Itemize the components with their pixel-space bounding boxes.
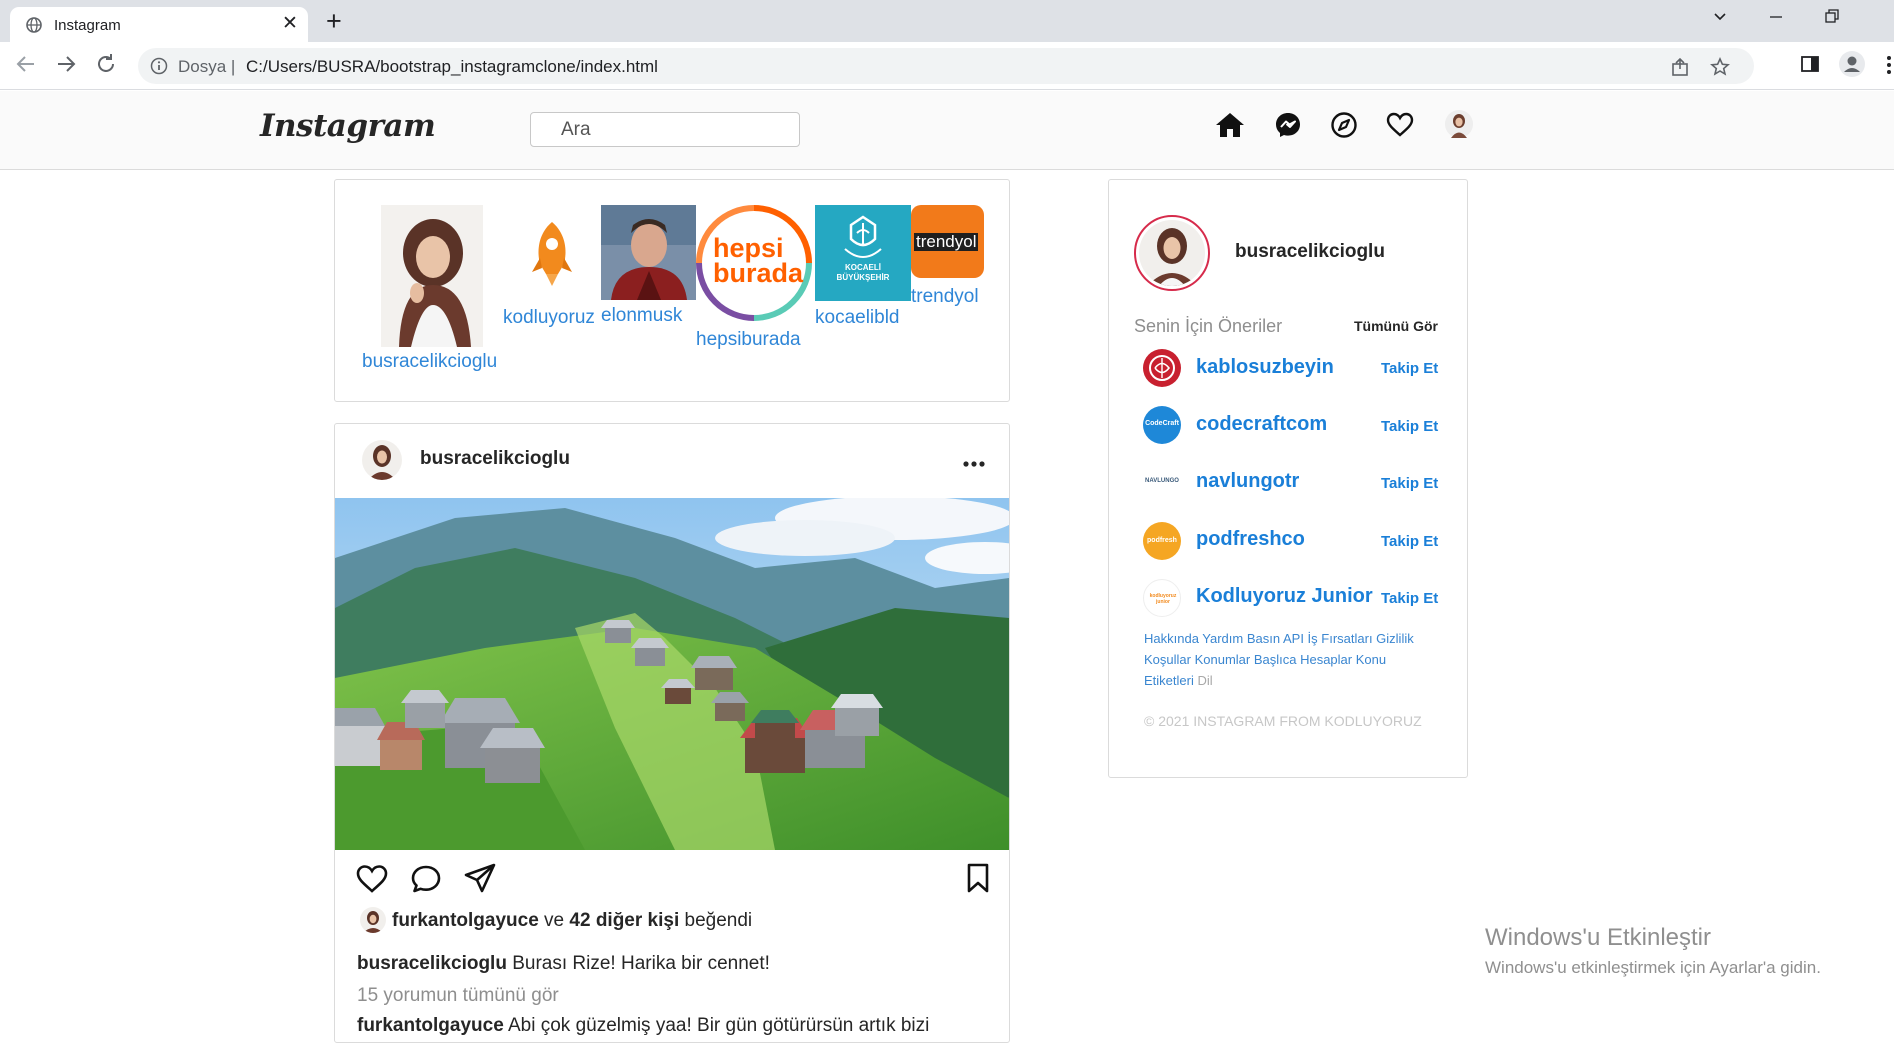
kocaeli-logo-text-1: KOCAELİ bbox=[845, 263, 881, 272]
suggestion-avatar-kodluyoruz-junior[interactable]: kodluyoruz junior bbox=[1143, 579, 1181, 617]
globe-icon bbox=[26, 17, 42, 38]
follow-button[interactable]: Takip Et bbox=[1381, 533, 1438, 550]
copyright-text: © 2021 INSTAGRAM FROM KODLUYORUZ bbox=[1144, 713, 1422, 729]
account-icon[interactable] bbox=[1838, 50, 1866, 83]
reload-icon[interactable] bbox=[94, 52, 118, 82]
browser-toolbar: Dosya | C:/Users/BUSRA/bootstrap_instagr… bbox=[0, 42, 1894, 90]
trendyol-logo-text: trendyol bbox=[914, 232, 979, 251]
more-options-icon[interactable] bbox=[962, 452, 986, 481]
watermark-subtitle: Windows'u etkinleştirmek için Ayarlar'a … bbox=[1485, 958, 1821, 977]
suggestion-avatar-kablosuzbeyin[interactable] bbox=[1143, 349, 1181, 387]
new-tab-button[interactable]: + bbox=[326, 6, 342, 36]
story-avatar-trendyol[interactable]: trendyol bbox=[911, 205, 984, 278]
sidebar-profile-username[interactable]: busracelikcioglu bbox=[1235, 241, 1385, 263]
share-send-icon[interactable] bbox=[464, 862, 496, 899]
comment-icon[interactable] bbox=[410, 864, 442, 899]
info-icon[interactable] bbox=[150, 57, 168, 80]
story-label[interactable]: elonmusk bbox=[601, 305, 682, 327]
minimize-icon[interactable] bbox=[1768, 8, 1784, 29]
story-label[interactable]: busracelikcioglu bbox=[362, 351, 497, 373]
suggestion-username[interactable]: navlungotr bbox=[1196, 470, 1299, 493]
search-input[interactable]: Ara bbox=[530, 112, 800, 147]
likes-others-link[interactable]: 42 diğer kişi bbox=[569, 910, 679, 931]
instagram-header: Instagram Ara bbox=[0, 91, 1894, 170]
footer-language[interactable]: Dil bbox=[1197, 673, 1212, 688]
suggestion-username[interactable]: kablosuzbeyin bbox=[1196, 356, 1334, 379]
like-heart-icon[interactable] bbox=[356, 864, 388, 899]
profile-avatar[interactable] bbox=[1444, 109, 1474, 144]
tab-title: Instagram bbox=[54, 17, 121, 34]
story-avatar-kocaelibld[interactable]: KOCAELİ BÜYÜKŞEHİR bbox=[815, 205, 911, 301]
follow-button[interactable]: Takip Et bbox=[1381, 475, 1438, 492]
save-bookmark-icon[interactable] bbox=[966, 862, 990, 899]
suggestion-username[interactable]: Kodluyoruz Junior bbox=[1196, 585, 1373, 608]
post-image[interactable] bbox=[335, 498, 1009, 850]
address-bar[interactable]: Dosya | C:/Users/BUSRA/bootstrap_instagr… bbox=[138, 48, 1754, 84]
hepsiburada-logo-text-2: burada bbox=[713, 258, 804, 288]
view-all-comments-link[interactable]: 15 yorumun tümünü gör bbox=[357, 985, 559, 1007]
back-icon[interactable] bbox=[14, 52, 38, 82]
story-label[interactable]: hepsiburada bbox=[696, 329, 801, 351]
suggestion-username[interactable]: codecraftcom bbox=[1196, 413, 1327, 436]
suggestion-username[interactable]: podfreshco bbox=[1196, 528, 1305, 551]
comment-username[interactable]: furkantolgayuce bbox=[357, 1015, 504, 1036]
address-url: C:/Users/BUSRA/bootstrap_instagramclone/… bbox=[246, 57, 658, 76]
bookmark-star-icon[interactable] bbox=[1710, 57, 1730, 82]
post-caption: busracelikcioglu Burası Rize! Harika bir… bbox=[357, 953, 770, 974]
share-icon[interactable] bbox=[1670, 57, 1690, 82]
story-label[interactable]: kodluyoruz bbox=[503, 307, 595, 329]
comment-row: furkantolgayuce Abi çok güzelmiş yaa! Bi… bbox=[357, 1015, 930, 1036]
sidebar-profile-avatar[interactable] bbox=[1134, 215, 1210, 291]
restore-icon[interactable] bbox=[1824, 8, 1840, 29]
tab-search-icon[interactable] bbox=[1712, 8, 1728, 29]
suggestion-avatar-podfreshco[interactable]: podfresh bbox=[1143, 522, 1181, 560]
likes-summary: furkantolgayuce ve 42 diğer kişi beğendi bbox=[392, 910, 753, 931]
kodluyoruz-junior-logo-text: kodluyoruz junior bbox=[1149, 593, 1177, 605]
menu-kebab-icon[interactable] bbox=[1885, 54, 1893, 81]
windows-activation-watermark: Windows'u Etkinleştir Windows'u etkinleş… bbox=[1485, 924, 1821, 978]
heart-icon[interactable] bbox=[1386, 111, 1414, 144]
forward-icon[interactable] bbox=[54, 52, 78, 82]
post-author-username[interactable]: busracelikcioglu bbox=[420, 448, 570, 470]
story-label[interactable]: trendyol bbox=[911, 286, 979, 308]
instagram-logo[interactable]: Instagram bbox=[260, 108, 436, 144]
podfresh-logo-text: podfresh bbox=[1147, 537, 1177, 544]
navlungo-logo-text: NAVLUNGO bbox=[1145, 478, 1179, 484]
close-tab-icon[interactable]: ✕ bbox=[282, 14, 298, 34]
explore-icon[interactable] bbox=[1330, 111, 1358, 144]
browser-tab-bar: Instagram ✕ + bbox=[0, 0, 1894, 42]
suggestion-avatar-codecraftcom[interactable]: CodeCraft bbox=[1143, 406, 1181, 444]
story-avatar-kodluyoruz[interactable] bbox=[528, 218, 576, 288]
home-icon[interactable] bbox=[1215, 111, 1245, 144]
story-avatar-elonmusk[interactable] bbox=[601, 205, 696, 300]
liker-username[interactable]: furkantolgayuce bbox=[392, 910, 539, 931]
kocaeli-logo-text-2: BÜYÜKŞEHİR bbox=[836, 273, 890, 282]
messenger-icon[interactable] bbox=[1274, 111, 1302, 144]
codecraft-logo-text: CodeCraft bbox=[1145, 420, 1179, 427]
liker-avatar[interactable] bbox=[360, 907, 386, 933]
watermark-title: Windows'u Etkinleştir bbox=[1485, 924, 1711, 951]
see-all-link[interactable]: Tümünü Gör bbox=[1354, 318, 1438, 334]
story-avatar-hepsiburada[interactable]: hepsi burada bbox=[696, 205, 812, 321]
follow-button[interactable]: Takip Et bbox=[1381, 418, 1438, 435]
post-author-avatar[interactable] bbox=[362, 440, 402, 480]
story-label[interactable]: kocaelibld bbox=[815, 307, 900, 329]
caption-username[interactable]: busracelikcioglu bbox=[357, 953, 507, 974]
suggestions-title: Senin İçin Öneriler bbox=[1134, 316, 1283, 336]
follow-button[interactable]: Takip Et bbox=[1381, 360, 1438, 377]
browser-tab[interactable]: Instagram ✕ bbox=[10, 7, 308, 42]
suggestion-avatar-navlungotr[interactable]: NAVLUNGO bbox=[1143, 464, 1181, 502]
footer-links-text[interactable]: Hakkında Yardım Basın API İş Fırsatları … bbox=[1144, 631, 1414, 688]
follow-button[interactable]: Takip Et bbox=[1381, 590, 1438, 607]
address-scheme: Dosya | bbox=[178, 57, 236, 76]
side-panel-icon[interactable] bbox=[1800, 54, 1820, 79]
footer-links: Hakkında Yardım Basın API İş Fırsatları … bbox=[1144, 628, 1434, 691]
story-avatar-busracelikcioglu[interactable] bbox=[381, 205, 483, 347]
